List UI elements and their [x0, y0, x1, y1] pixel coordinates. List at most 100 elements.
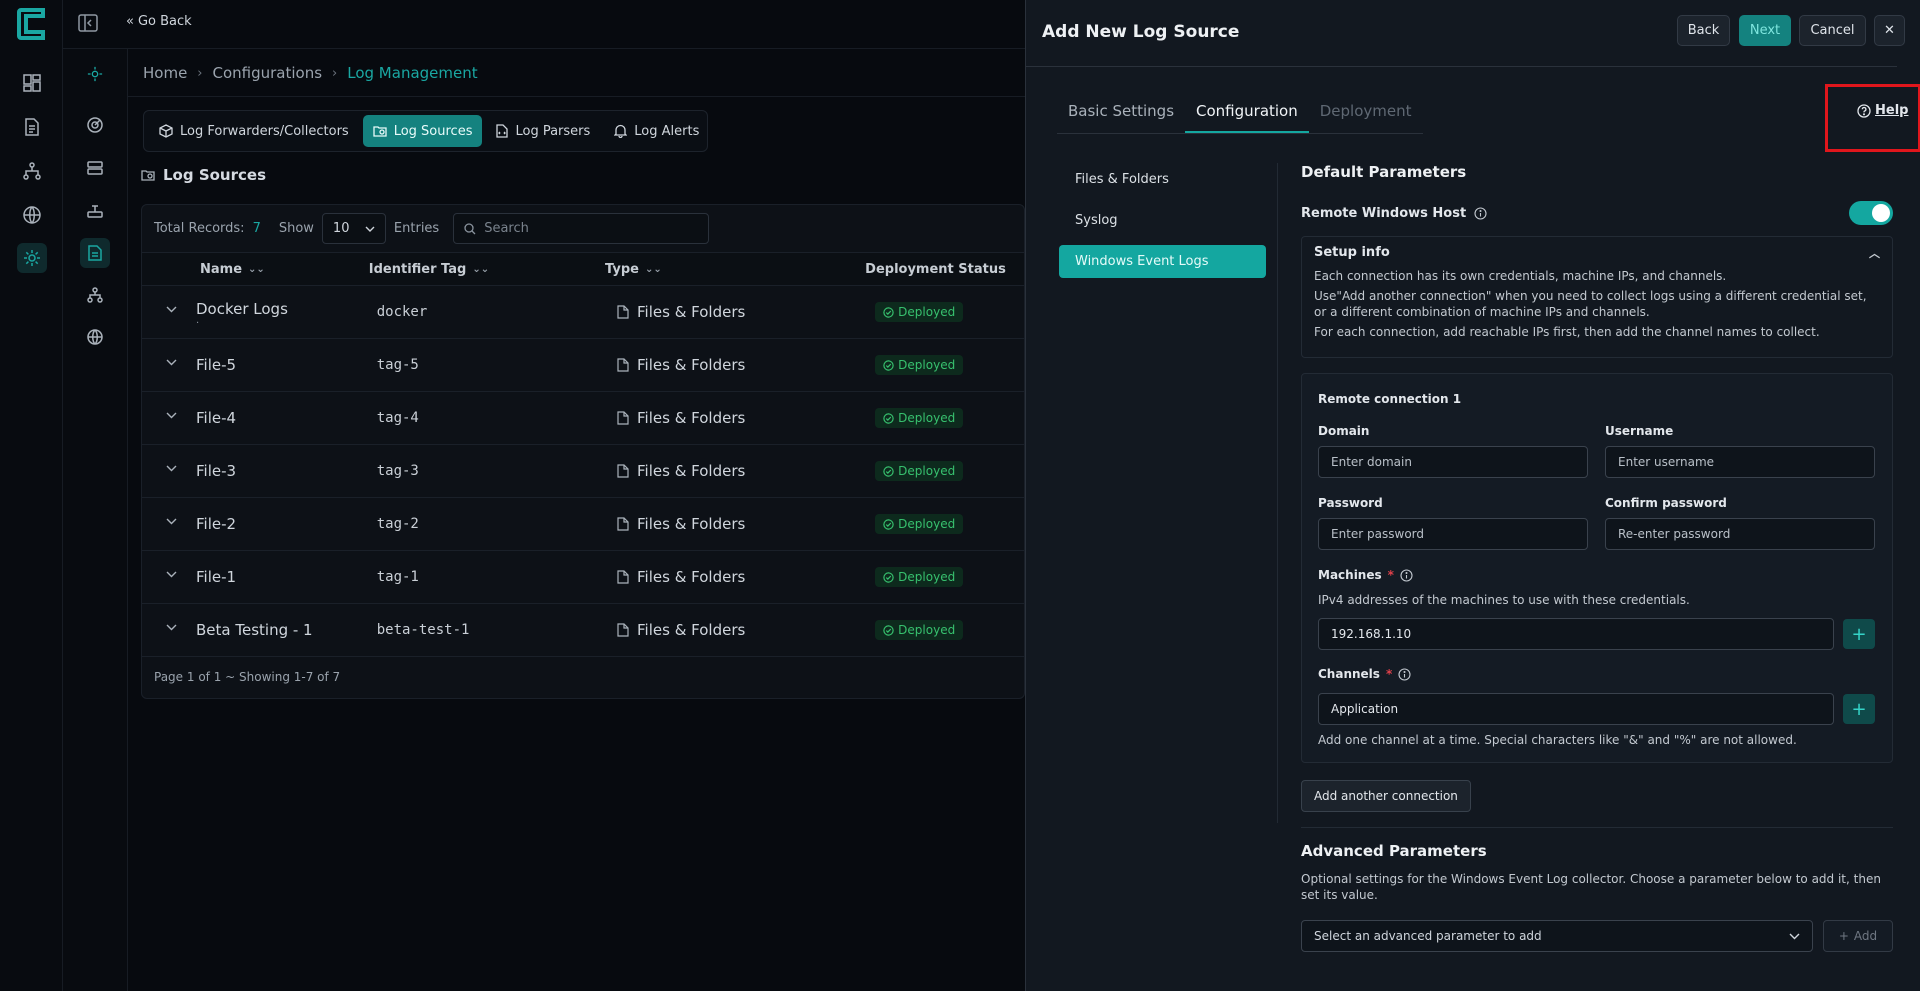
add-machine-button[interactable]: + [1843, 619, 1875, 649]
info-icon[interactable] [1398, 667, 1411, 681]
tab-basic-settings[interactable]: Basic Settings [1057, 96, 1185, 133]
search-box[interactable]: Search [453, 213, 710, 244]
column-header-deployment[interactable]: Deployment Status [865, 262, 1024, 277]
add-channel-button[interactable]: + [1843, 694, 1875, 724]
check-circle-icon [883, 571, 894, 583]
back-button[interactable]: Back [1677, 15, 1730, 46]
network-icon[interactable] [17, 156, 47, 186]
chevron-right-icon: › [332, 65, 338, 81]
column-header-type[interactable]: Type ⌄⌄ [605, 262, 865, 277]
help-highlight-box [1825, 84, 1920, 152]
nav-syslog[interactable]: Syslog [1059, 204, 1266, 237]
dashboard-icon[interactable] [17, 68, 47, 98]
password-label-text: Password [1318, 496, 1383, 510]
row-type-cell: Files & Folders [605, 462, 865, 480]
expand-chevron-icon[interactable] [166, 359, 177, 366]
column-header-name[interactable]: Name ⌄⌄ [142, 262, 369, 277]
toggle-knob [1872, 204, 1890, 222]
expand-chevron-icon[interactable] [166, 465, 177, 472]
channels-input[interactable] [1318, 693, 1834, 725]
table-row[interactable]: File-5 tag-5 Files & Folders Deployed [142, 339, 1024, 392]
domain-input[interactable] [1318, 446, 1588, 478]
document-icon[interactable] [17, 112, 47, 142]
help-circle-icon [1857, 103, 1871, 118]
tab-deployment[interactable]: Deployment [1309, 96, 1423, 133]
add-another-connection-button[interactable]: Add another connection [1301, 780, 1471, 812]
info-icon[interactable] [1400, 568, 1413, 582]
gear-icon[interactable] [80, 59, 110, 89]
row-type: Files & Folders [637, 462, 746, 480]
globe-icon[interactable] [17, 200, 47, 230]
go-back-link[interactable]: « Go Back [126, 14, 192, 29]
row-type: Files & Folders [637, 515, 746, 533]
file-code-icon [496, 124, 509, 138]
status-text: Deployed [898, 517, 956, 531]
settings-icon[interactable] [17, 243, 47, 273]
entries-per-page-select[interactable]: 10 [321, 213, 386, 244]
file-icon [617, 517, 629, 531]
table-row[interactable]: File-2 tag-2 Files & Folders Deployed [142, 498, 1024, 551]
radar-icon[interactable] [80, 110, 110, 140]
tab-log-forwarders[interactable]: Log Forwarders/Collectors [149, 115, 359, 147]
server-icon[interactable] [80, 153, 110, 183]
username-label-text: Username [1605, 424, 1674, 438]
connection-title: Remote connection 1 [1318, 392, 1462, 406]
file-list-icon[interactable] [80, 238, 110, 268]
tab-configuration[interactable]: Configuration [1185, 96, 1309, 133]
tab-label: Log Forwarders/Collectors [180, 123, 349, 139]
cancel-button[interactable]: Cancel [1799, 15, 1866, 46]
sidebar-toggle-icon[interactable] [78, 13, 100, 35]
table-row[interactable]: File-1 tag-1 Files & Folders Deployed [142, 551, 1024, 604]
table-row[interactable]: File-4 tag-4 Files & Folders Deployed [142, 392, 1024, 445]
remote-windows-host-toggle[interactable] [1849, 201, 1893, 225]
password-input[interactable] [1318, 518, 1588, 550]
help-link[interactable]: Help [1857, 103, 1908, 118]
expand-chevron-icon[interactable] [166, 306, 177, 313]
setup-info-header[interactable]: Setup info ︿ [1314, 245, 1880, 261]
advanced-parameters-description: Optional settings for the Windows Event … [1301, 872, 1881, 902]
row-type-cell: Files & Folders [605, 303, 865, 321]
folder-search-icon [373, 126, 387, 137]
next-button[interactable]: Next [1739, 15, 1791, 46]
column-header-tag[interactable]: Identifier Tag ⌄⌄ [369, 262, 605, 277]
advanced-parameter-placeholder: Select an advanced parameter to add [1314, 929, 1542, 943]
table-row[interactable]: Beta Testing - 1 beta-test-1 Files & Fol… [142, 604, 1024, 657]
expand-chevron-icon[interactable] [166, 412, 177, 419]
breadcrumb-configurations[interactable]: Configurations [213, 64, 323, 82]
column-label: Type [605, 261, 639, 277]
advanced-parameter-select[interactable]: Select an advanced parameter to add [1301, 920, 1813, 952]
expand-chevron-icon[interactable] [166, 571, 177, 578]
router-icon[interactable] [80, 196, 110, 226]
row-status-cell: Deployed [865, 620, 1024, 640]
check-circle-icon [883, 306, 894, 318]
row-type-cell: Files & Folders [605, 356, 865, 374]
hierarchy-icon[interactable] [80, 280, 110, 310]
chevron-down-icon [365, 226, 375, 232]
file-icon [617, 411, 629, 425]
close-button[interactable]: ✕ [1874, 15, 1905, 46]
machines-input[interactable] [1318, 618, 1834, 650]
channels-label: Channels * [1318, 667, 1411, 681]
nav-windows-event-logs[interactable]: Windows Event Logs [1059, 245, 1266, 278]
expand-chevron-icon[interactable] [166, 624, 177, 631]
confirm-password-input[interactable] [1605, 518, 1875, 550]
add-advanced-parameter-button[interactable]: + Add [1823, 920, 1893, 952]
row-tag: docker [376, 304, 428, 320]
breadcrumb-home[interactable]: Home [143, 64, 187, 82]
machines-label: Machines * [1318, 568, 1413, 582]
remote-windows-host-row: Remote Windows Host [1301, 201, 1893, 225]
tab-log-alerts[interactable]: Log Alerts [604, 115, 709, 147]
table-row[interactable]: Docker Logs. docker Files & Folders Depl… [142, 286, 1024, 339]
breadcrumb: Home › Configurations › Log Management [143, 64, 478, 82]
nav-files-folders[interactable]: Files & Folders [1059, 163, 1266, 196]
globe-small-icon[interactable] [80, 322, 110, 352]
add-label: Add [1853, 929, 1878, 943]
expand-chevron-icon[interactable] [166, 518, 177, 525]
source-type-nav: Files & Folders Syslog Windows Event Log… [1054, 163, 1280, 286]
tab-log-sources[interactable]: Log Sources [362, 115, 483, 147]
tab-log-parsers[interactable]: Log Parsers [486, 115, 600, 147]
plus-icon: + [1851, 698, 1867, 720]
info-icon[interactable] [1474, 206, 1487, 220]
table-row[interactable]: File-3 tag-3 Files & Folders Deployed [142, 445, 1024, 498]
username-input[interactable] [1605, 446, 1875, 478]
